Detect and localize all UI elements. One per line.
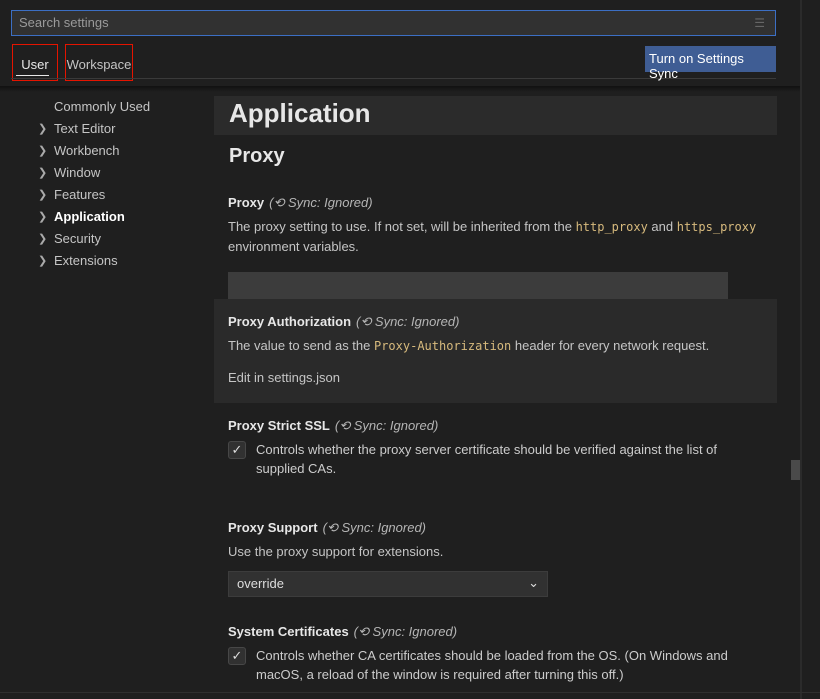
setting-proxy-support: Proxy Support (⟲ Sync: Ignored) Use the p… xyxy=(214,505,777,609)
proxy-support-select[interactable]: override ⌄ xyxy=(228,571,548,597)
chevron-right-icon: ❯ xyxy=(38,233,48,245)
setting-description: Controls whether the proxy server certif… xyxy=(256,442,718,476)
setting-title: System Certificates xyxy=(228,624,349,639)
search-placeholder: Search settings xyxy=(19,15,109,30)
sync-label: Sync: Ignored xyxy=(353,418,434,433)
setting-title: Proxy Support xyxy=(228,520,318,535)
scrollbar-thumb[interactable] xyxy=(791,460,800,480)
sync-ignored-icon: ⟲ xyxy=(273,195,285,210)
setting-description: The value to send as the Proxy-Authoriza… xyxy=(228,338,710,353)
setting-system-certificates: System Certificates (⟲ Sync: Ignored) ✓ Co… xyxy=(214,609,777,684)
strict-ssl-checkbox[interactable]: ✓ xyxy=(228,441,246,459)
chevron-right-icon: ❯ xyxy=(38,189,48,201)
chevron-right-icon: ❯ xyxy=(38,145,48,157)
settings-toc: Commonly Used ❯ Text Editor ❯ Workbench ❯ W… xyxy=(38,96,150,272)
select-value: override xyxy=(237,576,284,591)
sync-ignored-note: (⟲ Sync: Ignored) xyxy=(322,520,427,535)
toc-extensions[interactable]: ❯ Extensions xyxy=(38,250,150,272)
settings-sync-button[interactable]: Turn on Settings Sync xyxy=(645,46,776,81)
sync-label: Sync: Ignored xyxy=(374,314,456,329)
toc-label: Features xyxy=(54,187,106,202)
toc-commonly-used[interactable]: Commonly Used xyxy=(38,96,150,118)
sync-label: Sync: Ignored xyxy=(288,195,369,210)
toc-label: Application xyxy=(54,209,125,224)
setting-proxy-strict-ssl: Proxy Strict SSL (⟲ Sync: Ignored) ✓ Contr… xyxy=(214,403,777,505)
setting-description: Use the proxy support for extensions. xyxy=(228,544,444,559)
sync-ignored-icon: ⟲ xyxy=(360,314,372,329)
edit-in-settings-json-link[interactable]: Edit in settings.json xyxy=(228,368,763,387)
sync-label: Sync: Ignored xyxy=(341,520,422,535)
setting-title: Proxy Authorization xyxy=(228,314,352,329)
toc-application[interactable]: ❯ Application xyxy=(38,206,150,228)
sync-ignored-icon: ⟲ xyxy=(358,624,369,639)
sync-ignored-note: (⟲ Sync: Ignored) xyxy=(334,418,439,433)
sync-ignored-icon: ⟲ xyxy=(339,418,351,433)
clear-filter-icon[interactable]: ☰ xyxy=(754,16,765,30)
section-title: Application xyxy=(214,96,777,135)
chevron-right-icon: ❯ xyxy=(38,255,48,267)
setting-proxy: Proxy (⟲ Sync: Ignored) The proxy setting… xyxy=(214,195,777,299)
toc-label: Window xyxy=(54,165,101,180)
toc-workbench[interactable]: ❯ Workbench xyxy=(38,140,150,162)
system-certificates-checkbox[interactable]: ✓ xyxy=(228,647,246,665)
sync-ignored-note: (⟲ Sync: Ignored) xyxy=(269,195,373,210)
tab-user[interactable]: User xyxy=(12,44,58,81)
toc-label: Text Editor xyxy=(54,121,116,136)
sync-ignored-icon: ⟲ xyxy=(326,520,338,535)
toc-label: Commonly Used xyxy=(54,99,151,114)
setting-title: Proxy xyxy=(228,195,265,210)
search-input[interactable]: Search settings ☰ xyxy=(11,10,776,36)
chevron-right-icon: ❯ xyxy=(38,167,48,179)
toc-features[interactable]: ❯ Features xyxy=(38,184,150,206)
toc-label: Extensions xyxy=(54,253,118,268)
editor-border xyxy=(800,0,802,699)
toc-security[interactable]: ❯ Security xyxy=(38,228,150,250)
chevron-right-icon: ❯ xyxy=(38,123,48,135)
header-shadow xyxy=(0,86,800,92)
sync-ignored-note: (⟲ Sync: Ignored) xyxy=(356,314,460,329)
tab-workspace[interactable]: Workspace xyxy=(65,44,133,81)
subsection-title: Proxy xyxy=(229,145,285,167)
setting-description: The proxy setting to use. If not set, wi… xyxy=(228,219,757,254)
toc-window[interactable]: ❯ Window xyxy=(38,162,150,184)
toc-label: Workbench xyxy=(54,143,120,158)
toc-label: Security xyxy=(54,231,101,246)
sync-label: Sync: Ignored xyxy=(372,624,453,639)
setting-description: Controls whether CA certificates should … xyxy=(256,648,728,682)
setting-proxy-authorization: Proxy Authorization (⟲ Sync: Ignored) The… xyxy=(214,299,777,403)
chevron-down-icon: ⌄ xyxy=(528,575,539,590)
bottom-divider xyxy=(0,692,820,693)
setting-title: Proxy Strict SSL xyxy=(228,418,330,433)
toc-text-editor[interactable]: ❯ Text Editor xyxy=(38,118,150,140)
chevron-right-icon: ❯ xyxy=(38,211,48,223)
proxy-input[interactable] xyxy=(228,272,728,299)
sync-ignored-note: (⟲ Sync: Ignored) xyxy=(353,624,458,639)
settings-list: Application Proxy Proxy (⟲ Sync: Ignored)… xyxy=(214,96,777,684)
